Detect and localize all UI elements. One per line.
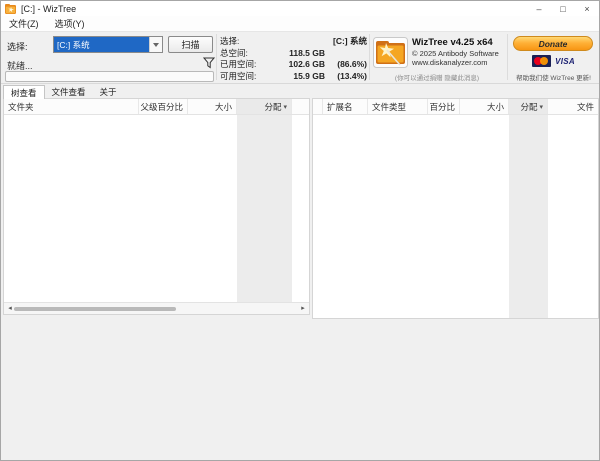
info-row-total: 总空间: 118.5 GB	[220, 48, 367, 60]
menu-options[interactable]: 选项(Y)	[47, 15, 93, 32]
sort-desc-icon: ▾	[283, 103, 287, 111]
extensions-body	[313, 115, 598, 318]
drive-selected-value: [C:] 系统	[54, 37, 149, 52]
tab-tree-view[interactable]: 树查看	[3, 85, 45, 99]
column-header-folder[interactable]: 文件夹	[4, 99, 139, 114]
donate-note-text: 帮助我们使 WizTree 更新!	[516, 75, 591, 82]
column-header-extension[interactable]: 扩展名	[323, 99, 368, 114]
tab-about[interactable]: 关于	[93, 84, 124, 99]
info-total-pct	[325, 48, 367, 60]
visa-icon: VISA	[555, 56, 575, 66]
column-header-label: 分配	[264, 101, 282, 112]
column-header-allocated[interactable]: 分配 ▾	[509, 99, 548, 114]
close-button[interactable]: ×	[575, 1, 599, 16]
drive-select-dropdown[interactable]: [C:] 系统	[53, 36, 163, 53]
column-header-size[interactable]: 大小	[460, 99, 509, 114]
view-tabs: 树查看 文件查看 关于	[1, 85, 599, 99]
column-header-percent[interactable]: 百分比	[428, 99, 460, 114]
mastercard-icon	[532, 55, 552, 67]
folder-tree-panel: 文件夹 父级百分比 大小 分配 ▾ ◂ ▸	[3, 98, 310, 315]
ad-note-text: (你可以通过捐赠 隐藏此消息)	[394, 75, 480, 82]
toolbar-separator	[216, 34, 217, 80]
column-header-blank	[313, 99, 323, 114]
scan-button[interactable]: 扫描	[168, 36, 213, 53]
toolbar-separator	[507, 34, 508, 80]
dropdown-button[interactable]	[149, 37, 162, 52]
scan-progress-bar	[5, 71, 214, 82]
scrollbar-thumb[interactable]	[14, 307, 176, 311]
column-header-size[interactable]: 大小	[188, 99, 237, 114]
info-row-free: 可用空间: 15.9 GB (13.4%)	[220, 71, 367, 83]
info-row-used: 已用空间: 102.6 GB (86.6%)	[220, 59, 367, 71]
column-header-label: 分配	[520, 101, 538, 112]
donate-panel: Donate VISA 帮助我们使 WizTree 更新!	[509, 34, 598, 83]
window-title: [C:] - WizTree	[21, 3, 77, 14]
wiztree-window: [C:] - WizTree – □ × 文件(Z) 选项(Y) 选择: [C:…	[0, 0, 600, 461]
column-header-filetype[interactable]: 文件类型	[368, 99, 428, 114]
extensions-header: 扩展名 文件类型 百分比 大小 分配 ▾ 文件	[313, 99, 598, 115]
title-bar: [C:] - WizTree – □ ×	[1, 1, 599, 16]
folder-tree-header: 文件夹 父级百分比 大小 分配 ▾	[4, 99, 309, 115]
horizontal-scrollbar: ◂ ▸	[4, 302, 309, 314]
website-link[interactable]: www.diskanalyzer.com	[412, 58, 499, 67]
chevron-down-icon	[153, 42, 159, 47]
info-label: 选择:	[220, 36, 240, 46]
column-header-spacer	[292, 99, 309, 114]
info-free-space: 15.9 GB	[293, 70, 325, 81]
copyright-text: © 2025 Antibody Software	[412, 49, 499, 58]
folder-tree-body	[4, 115, 309, 302]
wiztree-logo-icon	[373, 37, 408, 68]
toolbar-separator	[369, 34, 370, 80]
maximize-button[interactable]: □	[551, 1, 575, 16]
column-header-parent-percent[interactable]: 父级百分比	[139, 99, 188, 114]
info-label: 总空间:	[220, 47, 248, 58]
column-header-allocated[interactable]: 分配 ▾	[237, 99, 292, 114]
extensions-panel: 扩展名 文件类型 百分比 大小 分配 ▾ 文件	[312, 98, 599, 319]
info-total-space: 118.5 GB	[289, 47, 325, 58]
payment-logos: VISA	[509, 55, 598, 67]
donate-button[interactable]: Donate	[513, 36, 593, 51]
menu-bar: 文件(Z) 选项(Y)	[1, 16, 599, 32]
window-controls: – □ ×	[527, 1, 599, 16]
scroll-right-arrow[interactable]: ▸	[297, 303, 309, 315]
branding-panel: WizTree v4.25 x64 © 2025 Antibody Softwa…	[371, 34, 507, 83]
tab-file-view[interactable]: 文件查看	[45, 84, 93, 99]
sorted-column-shade	[509, 115, 548, 318]
column-header-files[interactable]: 文件	[548, 99, 598, 114]
app-logo-icon	[5, 3, 16, 14]
info-row-selected: 选择: [C:] 系统	[220, 36, 367, 48]
minimize-button[interactable]: –	[527, 1, 551, 16]
sort-desc-icon: ▾	[539, 103, 543, 111]
info-selected-drive: [C:] 系统	[333, 36, 367, 46]
info-used-pct: (86.6%)	[337, 59, 367, 69]
toolbar: 选择: [C:] 系统 扫描 就绪... 选择: [C:] 系统 总空间: 11…	[1, 32, 599, 84]
info-label: 已用空间:	[220, 59, 257, 69]
info-free-pct: (13.4%)	[337, 70, 367, 81]
sorted-column-shade	[237, 115, 292, 302]
menu-file[interactable]: 文件(Z)	[1, 15, 47, 32]
app-name-version: WizTree v4.25 x64	[412, 37, 493, 48]
info-label: 可用空间:	[220, 70, 257, 81]
drive-select-label: 选择:	[7, 42, 28, 52]
brand-text: WizTree v4.25 x64 © 2025 Antibody Softwa…	[412, 37, 499, 67]
info-used-space: 102.6 GB	[288, 59, 325, 69]
filter-icon[interactable]	[203, 57, 215, 69]
drive-info-panel: 选择: [C:] 系统 总空间: 118.5 GB 已用空间: 102.6 GB…	[220, 36, 367, 82]
